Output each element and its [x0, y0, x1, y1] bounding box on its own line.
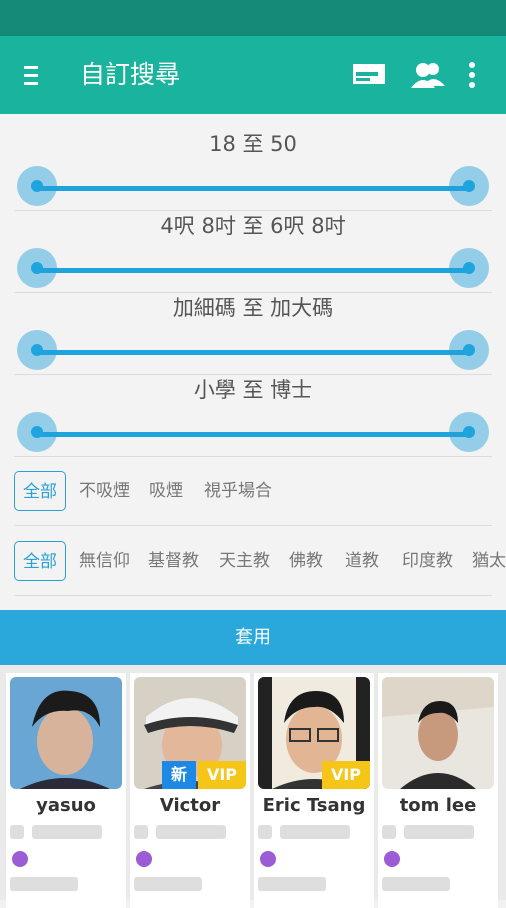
education-range-label: 小學 至 博士 [193, 378, 313, 402]
profile-photo[interactable] [10, 677, 122, 789]
filter-panel: 18 至 50 4呎 8吋 至 6呎 8吋 加細碼 至 加大碼 小學 至 博士 … [0, 114, 506, 610]
profile-card[interactable]: 新 VIP Victor [130, 673, 250, 908]
profile-name: Eric Tsang [262, 795, 366, 816]
height-range-slider[interactable]: 4呎 8吋 至 6呎 8吋 [0, 196, 506, 288]
users-icon[interactable] [410, 60, 446, 90]
smoking-chip-occasional[interactable]: 視乎場合 [204, 471, 272, 511]
profile-card[interactable]: yasuo [6, 673, 126, 908]
religion-filter: 全部 無信仰 基督教 天主教 佛教 道教 印度教 猶太教 [0, 541, 506, 581]
smoking-chip-smoker[interactable]: 吸煙 [149, 471, 183, 511]
religion-chip-none[interactable]: 無信仰 [79, 541, 130, 581]
divider [14, 456, 492, 457]
profile-card[interactable]: VIP Eric Tsang [254, 673, 374, 908]
age-range-slider[interactable]: 18 至 50 [0, 114, 506, 206]
new-badge: 新 [162, 761, 196, 789]
size-range-slider[interactable]: 加細碼 至 加大碼 [0, 278, 506, 370]
profile-name: tom lee [399, 795, 477, 816]
religion-chip-buddhist[interactable]: 佛教 [289, 541, 323, 581]
education-range-slider[interactable]: 小學 至 博士 [0, 360, 506, 452]
religion-chip-jewish[interactable]: 猶太教 [472, 541, 506, 581]
religion-chip-all[interactable]: 全部 [14, 541, 66, 581]
apply-button[interactable]: 套用 [0, 610, 506, 665]
divider [14, 595, 492, 596]
app-bar: 自訂搜尋 [0, 36, 506, 114]
height-range-label: 4呎 8吋 至 6呎 8吋 [160, 214, 346, 238]
profile-name: Victor [159, 795, 221, 816]
size-range-label: 加細碼 至 加大碼 [172, 296, 334, 320]
slider-min-thumb[interactable] [17, 412, 57, 452]
vip-badge: VIP [322, 761, 370, 789]
slider-max-thumb[interactable] [449, 412, 489, 452]
profile-photo[interactable]: 新 VIP [134, 677, 246, 789]
more-options-icon[interactable] [466, 60, 478, 90]
divider [14, 525, 492, 526]
profile-card[interactable]: tom lee [378, 673, 498, 908]
slider-track [37, 432, 469, 437]
smoking-chip-non-smoker[interactable]: 不吸煙 [79, 471, 130, 511]
slider-track [37, 186, 469, 191]
profile-photo[interactable]: VIP [258, 677, 370, 789]
vip-badge: VIP [198, 761, 246, 789]
status-bar [0, 0, 506, 36]
profile-grid: yasuo 新 VIP Victor VIP Eric Tsang tom le… [0, 665, 506, 908]
page-title: 自訂搜尋 [80, 60, 181, 89]
slider-track [37, 350, 469, 355]
menu-icon[interactable] [22, 63, 48, 89]
slider-track [37, 268, 469, 273]
religion-chip-hindu[interactable]: 印度教 [402, 541, 453, 581]
religion-chip-taoist[interactable]: 道教 [345, 541, 379, 581]
smoking-filter: 全部 不吸煙 吸煙 視乎場合 [0, 471, 506, 511]
profile-photo[interactable] [382, 677, 494, 789]
profile-name: yasuo [36, 795, 96, 816]
message-icon[interactable] [352, 60, 386, 90]
age-range-label: 18 至 50 [209, 132, 297, 156]
religion-chip-christian[interactable]: 基督教 [148, 541, 199, 581]
religion-chip-catholic[interactable]: 天主教 [219, 541, 270, 581]
smoking-chip-all[interactable]: 全部 [14, 471, 66, 511]
